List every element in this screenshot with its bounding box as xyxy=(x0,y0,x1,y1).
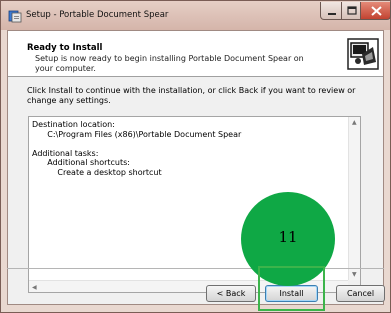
memo-line: Additional shortcuts: xyxy=(32,158,130,167)
memo-content: Destination location: C:\Program Files (… xyxy=(32,120,340,177)
title-bar[interactable]: Setup - Portable Document Spear xyxy=(1,1,391,30)
memo-line: C:\Program Files (x86)\Portable Document… xyxy=(32,129,242,139)
maximize-button[interactable] xyxy=(341,2,361,20)
setup-window: Setup - Portable Document Spear Ready to… xyxy=(0,0,391,313)
memo-line: Create a desktop shortcut xyxy=(32,167,162,177)
minimize-button[interactable] xyxy=(320,2,342,20)
install-highlight-box xyxy=(258,266,325,311)
scroll-left-icon[interactable]: ◀ xyxy=(32,284,37,291)
setup-app-icon xyxy=(8,10,22,23)
memo-line: Additional tasks: xyxy=(32,148,99,158)
vertical-scrollbar[interactable]: ▲ ▼ xyxy=(348,117,360,280)
minimize-icon xyxy=(328,13,336,15)
footer-divider xyxy=(7,268,384,269)
window-title: Setup - Portable Document Spear xyxy=(26,10,169,20)
scroll-up-icon[interactable]: ▲ xyxy=(352,119,357,126)
memo-line xyxy=(32,139,340,149)
memo-line: Destination location: xyxy=(32,120,115,129)
cancel-button[interactable]: Cancel xyxy=(336,285,385,302)
close-button[interactable] xyxy=(360,2,391,20)
maximize-icon xyxy=(347,6,357,15)
page-description: Setup is now ready to begin installing P… xyxy=(35,54,304,73)
wizard-header: Ready to Install Setup is now ready to b… xyxy=(8,31,383,77)
step-number: 11 xyxy=(278,228,298,246)
setup-wizard-icon xyxy=(347,38,379,70)
instruction-text: Click Install to continue with the insta… xyxy=(27,86,356,105)
page-title: Ready to Install xyxy=(27,43,103,53)
close-icon xyxy=(371,6,382,16)
back-button[interactable]: < Back xyxy=(206,285,256,302)
scroll-down-icon[interactable]: ▼ xyxy=(352,271,357,278)
